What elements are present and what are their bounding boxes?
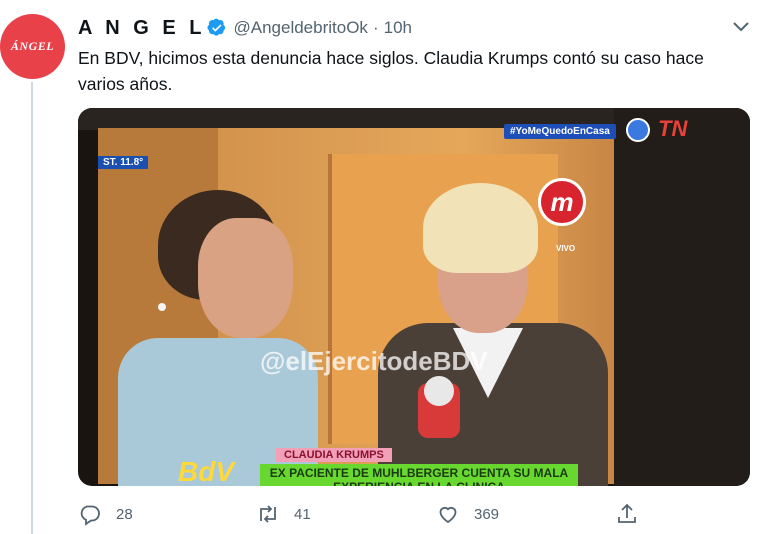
retweet-button[interactable]: 41 bbox=[256, 500, 311, 528]
tv-frame-right bbox=[614, 108, 750, 486]
light-dot bbox=[158, 303, 166, 311]
tv-screen: ST. 11.8° m VIVO @elEjercitodeBDV BdV CL… bbox=[98, 128, 618, 486]
lower-third-caption: EX PACIENTE DE MUHLBERGER CUENTA SU MALA… bbox=[260, 464, 578, 486]
author-handle[interactable]: @AngeldebritoOk bbox=[233, 18, 367, 38]
avatar[interactable]: ÁNGEL bbox=[0, 14, 65, 79]
separator-dot: · bbox=[372, 18, 379, 37]
tweet-time[interactable]: 10h bbox=[384, 18, 412, 38]
live-label: VIVO bbox=[556, 244, 576, 253]
lower-third-name: CLAUDIA KRUMPS bbox=[276, 448, 392, 462]
home-icon bbox=[626, 118, 650, 142]
tweet-media-image[interactable]: ST. 11.8° m VIVO @elEjercitodeBDV BdV CL… bbox=[78, 108, 750, 486]
retweet-icon bbox=[260, 505, 276, 523]
thread-line bbox=[31, 82, 33, 534]
verified-badge-icon bbox=[207, 18, 226, 36]
tweet-text: En BDV, hicimos esta denuncia hace siglo… bbox=[78, 48, 704, 94]
microphone-head bbox=[424, 376, 454, 406]
person-right-hair bbox=[423, 183, 538, 273]
m-channel-logo: m bbox=[538, 178, 586, 226]
person-left-face bbox=[198, 218, 293, 338]
reply-count: 28 bbox=[116, 505, 133, 523]
like-button[interactable]: 369 bbox=[436, 500, 499, 528]
share-icon bbox=[618, 503, 636, 523]
tweet-header: A N G E L @AngeldebritoOk · 10h bbox=[78, 14, 412, 42]
avatar-text: ÁNGEL bbox=[10, 39, 55, 53]
heart-icon bbox=[439, 506, 457, 524]
tweet-actions: 28 41 369 bbox=[78, 500, 678, 528]
temperature-label: ST. 11.8° bbox=[98, 156, 149, 169]
reply-icon bbox=[80, 505, 100, 526]
watermark: @elEjercitodeBDV bbox=[260, 346, 488, 376]
chevron-down-icon[interactable] bbox=[732, 20, 750, 34]
share-button[interactable] bbox=[615, 500, 639, 528]
hashtag-label: #YoMeQuedoEnCasa bbox=[504, 124, 616, 139]
retweet-count: 41 bbox=[294, 505, 311, 523]
reply-button[interactable]: 28 bbox=[78, 500, 133, 528]
like-count: 369 bbox=[474, 505, 500, 523]
author-name[interactable]: A N G E L bbox=[78, 17, 205, 40]
tn-channel-logo: TN bbox=[658, 116, 688, 141]
show-logo: BdV bbox=[178, 456, 234, 486]
